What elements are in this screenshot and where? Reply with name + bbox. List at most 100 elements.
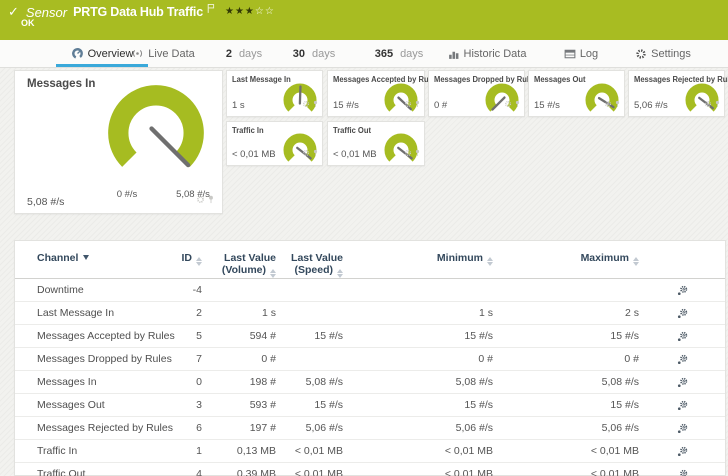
minimum-value: 0 # xyxy=(343,353,493,365)
gauge-value: 15 #/s xyxy=(333,100,359,111)
channel-id: 3 xyxy=(180,399,202,411)
tab-365-days[interactable]: 365days xyxy=(376,40,422,67)
gauge-pin-icon[interactable] xyxy=(313,144,318,162)
channel-table: Channel ID Last Value(Volume) Last Value… xyxy=(14,240,726,476)
gauge-pin-icon[interactable] xyxy=(415,95,420,113)
maximum-value: 5,06 #/s xyxy=(493,422,639,434)
gauge-settings-gear-icon[interactable] xyxy=(704,95,712,113)
tab-log[interactable]: Log xyxy=(561,40,601,67)
minimum-value: 15 #/s xyxy=(343,330,493,342)
last-value-speed: 15 #/s xyxy=(276,330,343,342)
table-row-traffic-in: Traffic In 1 0,13 MB < 0,01 MB < 0,01 MB… xyxy=(15,440,725,463)
channel-name: Messages Accepted by Rules xyxy=(37,330,180,342)
channel-id: 6 xyxy=(180,422,202,434)
channel-settings-icon[interactable] xyxy=(677,354,688,365)
tab-30-days[interactable]: 30days xyxy=(294,40,334,67)
last-value-volume: 0,13 MB xyxy=(202,445,276,457)
last-value-speed: < 0,01 MB xyxy=(276,445,343,457)
gauge-settings-gear-icon[interactable] xyxy=(302,95,310,113)
gauge-card-messages-in: Messages In 0 #/s 5,08 #/s 5,08 #/s xyxy=(14,70,223,214)
channel-settings-icon[interactable] xyxy=(677,377,688,388)
column-header-last-value-volume[interactable]: Last Value(Volume) xyxy=(202,253,276,278)
status-ok-check-icon: ✓ xyxy=(8,4,19,20)
tab-historic-data[interactable]: Historic Data xyxy=(454,40,520,67)
column-header-channel[interactable]: Channel xyxy=(37,253,180,265)
table-row-traffic-out: Traffic Out 4 0,39 MB < 0,01 MB < 0,01 M… xyxy=(15,463,725,476)
log-icon xyxy=(564,48,576,60)
channel-settings-icon[interactable] xyxy=(677,331,688,342)
channel-settings-icon[interactable] xyxy=(677,308,688,319)
gauge-card-last-message-in: Last Message In 1 s xyxy=(226,70,323,117)
tab-number: 2 xyxy=(226,48,232,60)
tab-label: Overview xyxy=(88,48,134,60)
table-row-messages-accepted: Messages Accepted by Rules 5 594 # 15 #/… xyxy=(15,325,725,348)
maximum-value: < 0,01 MB xyxy=(493,445,639,457)
gauge-pin-icon[interactable] xyxy=(208,191,214,209)
channel-id: 4 xyxy=(180,468,202,476)
channel-name: Messages In xyxy=(37,376,180,388)
priority-rating[interactable]: ★★★☆☆ xyxy=(225,6,275,17)
star-filled-icon[interactable]: ★ xyxy=(245,6,255,17)
gauge-settings-gear-icon[interactable] xyxy=(404,144,412,162)
sort-desc-icon xyxy=(83,255,89,260)
table-row-last-message-in: Last Message In 2 1 s 1 s 2 s xyxy=(15,302,725,325)
broadcast-icon xyxy=(131,47,144,60)
gauge-pin-icon[interactable] xyxy=(515,95,520,113)
channel-settings-icon[interactable] xyxy=(677,469,688,476)
channel-settings-icon[interactable] xyxy=(677,446,688,457)
column-header-last-value-speed[interactable]: Last Value(Speed) xyxy=(276,253,343,278)
tab-label: Settings xyxy=(651,48,691,60)
table-row-messages-dropped: Messages Dropped by Rules 7 0 # 0 # 0 # xyxy=(15,348,725,371)
gauge-settings-gear-icon[interactable] xyxy=(196,191,205,209)
last-value-volume: 594 # xyxy=(202,330,276,342)
gauge-settings-gear-icon[interactable] xyxy=(404,95,412,113)
gauge-card-messages-out: Messages Out 15 #/s xyxy=(528,70,625,117)
maximum-value: 5,08 #/s xyxy=(493,376,639,388)
channel-name: Downtime xyxy=(37,284,180,296)
gauge-card-messages-dropped: Messages Dropped by Rules 0 # xyxy=(428,70,525,117)
star-empty-icon[interactable]: ☆ xyxy=(255,6,265,17)
gauge-title: Messages Out xyxy=(534,75,586,84)
last-value-volume: 0,39 MB xyxy=(202,468,276,476)
last-value-speed: 5,08 #/s xyxy=(276,376,343,388)
sensor-title: PRTG Data Hub Traffic xyxy=(73,5,203,19)
column-header-minimum[interactable]: Minimum xyxy=(343,253,493,266)
maximum-value: 0 # xyxy=(493,353,639,365)
column-header-id[interactable]: ID xyxy=(180,253,202,266)
table-row-messages-out: Messages Out 3 593 # 15 #/s 15 #/s 15 #/… xyxy=(15,394,725,417)
channel-settings-icon[interactable] xyxy=(677,400,688,411)
gauge-pin-icon[interactable] xyxy=(415,144,420,162)
tab-2-days[interactable]: 2days xyxy=(226,40,262,67)
gauge-settings-gear-icon[interactable] xyxy=(302,144,310,162)
star-filled-icon[interactable]: ★ xyxy=(225,6,235,17)
gauge-pin-icon[interactable] xyxy=(615,95,620,113)
table-row-messages-rejected: Messages Rejected by Rules 6 197 # 5,06 … xyxy=(15,417,725,440)
tab-settings[interactable]: Settings xyxy=(636,40,690,67)
column-header-maximum[interactable]: Maximum xyxy=(493,253,639,266)
table-row-downtime: Downtime -4 xyxy=(15,279,725,302)
star-filled-icon[interactable]: ★ xyxy=(235,6,245,17)
gauge-value: < 0,01 MB xyxy=(232,149,276,160)
last-value-volume: 593 # xyxy=(202,399,276,411)
gauge-value: 15 #/s xyxy=(534,100,560,111)
tab-label: days xyxy=(312,48,335,60)
tab-label: Historic Data xyxy=(464,48,527,60)
table-row-messages-in: Messages In 0 198 # 5,08 #/s 5,08 #/s 5,… xyxy=(15,371,725,394)
channel-id: 0 xyxy=(180,376,202,388)
gauge-pin-icon[interactable] xyxy=(313,95,318,113)
channel-settings-icon[interactable] xyxy=(677,285,688,296)
channel-name: Traffic Out xyxy=(37,468,180,476)
channel-name: Messages Rejected by Rules xyxy=(37,422,180,434)
star-empty-icon[interactable]: ☆ xyxy=(265,6,275,17)
gauge-settings-gear-icon[interactable] xyxy=(504,95,512,113)
messages-in-gauge xyxy=(98,75,214,191)
maximum-value: < 0,01 MB xyxy=(493,468,639,476)
gauge-settings-gear-icon[interactable] xyxy=(604,95,612,113)
chart-icon xyxy=(448,48,460,60)
gauge-pin-icon[interactable] xyxy=(715,95,720,113)
tab-live-data[interactable]: Live Data xyxy=(134,40,192,67)
channel-table-header: Channel ID Last Value(Volume) Last Value… xyxy=(15,241,725,279)
channel-settings-icon[interactable] xyxy=(677,423,688,434)
gauge-card-messages-rejected: Messages Rejected by Rules 5,06 #/s xyxy=(628,70,725,117)
channel-id: 2 xyxy=(180,307,202,319)
